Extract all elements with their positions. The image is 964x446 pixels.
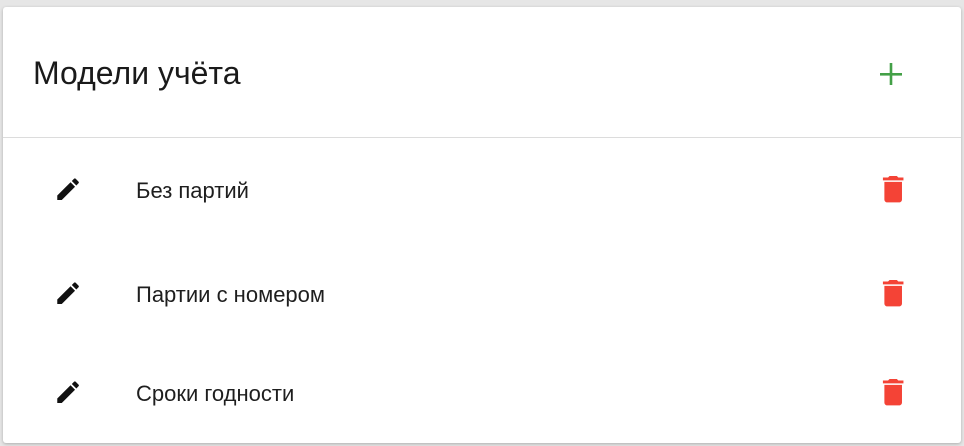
trash-icon — [882, 279, 904, 307]
list-item: Сроки годности — [3, 342, 961, 442]
card-header: Модели учёта — [3, 7, 961, 138]
pencil-icon — [57, 381, 79, 404]
list-item: Партии с номером — [3, 243, 961, 343]
delete-button[interactable] — [871, 167, 915, 211]
plus-icon — [880, 63, 902, 85]
page-title: Модели учёта — [33, 55, 241, 91]
pencil-icon — [57, 178, 79, 201]
delete-button[interactable] — [871, 271, 915, 315]
edit-button[interactable] — [45, 169, 89, 209]
delete-button[interactable] — [871, 370, 915, 414]
list-item: Без партий — [3, 139, 961, 239]
add-model-button[interactable] — [869, 57, 913, 91]
edit-button[interactable] — [45, 372, 89, 412]
list-item-label: Сроки годности — [136, 381, 295, 406]
edit-button[interactable] — [45, 273, 89, 313]
pencil-icon — [57, 282, 79, 305]
list-item-label: Без партий — [136, 178, 249, 203]
list-item-label: Партии с номером — [136, 282, 326, 307]
trash-icon — [882, 175, 904, 203]
accounting-models-card: Модели учёта Без партий Партии с номером… — [3, 7, 961, 443]
trash-icon — [882, 378, 904, 406]
